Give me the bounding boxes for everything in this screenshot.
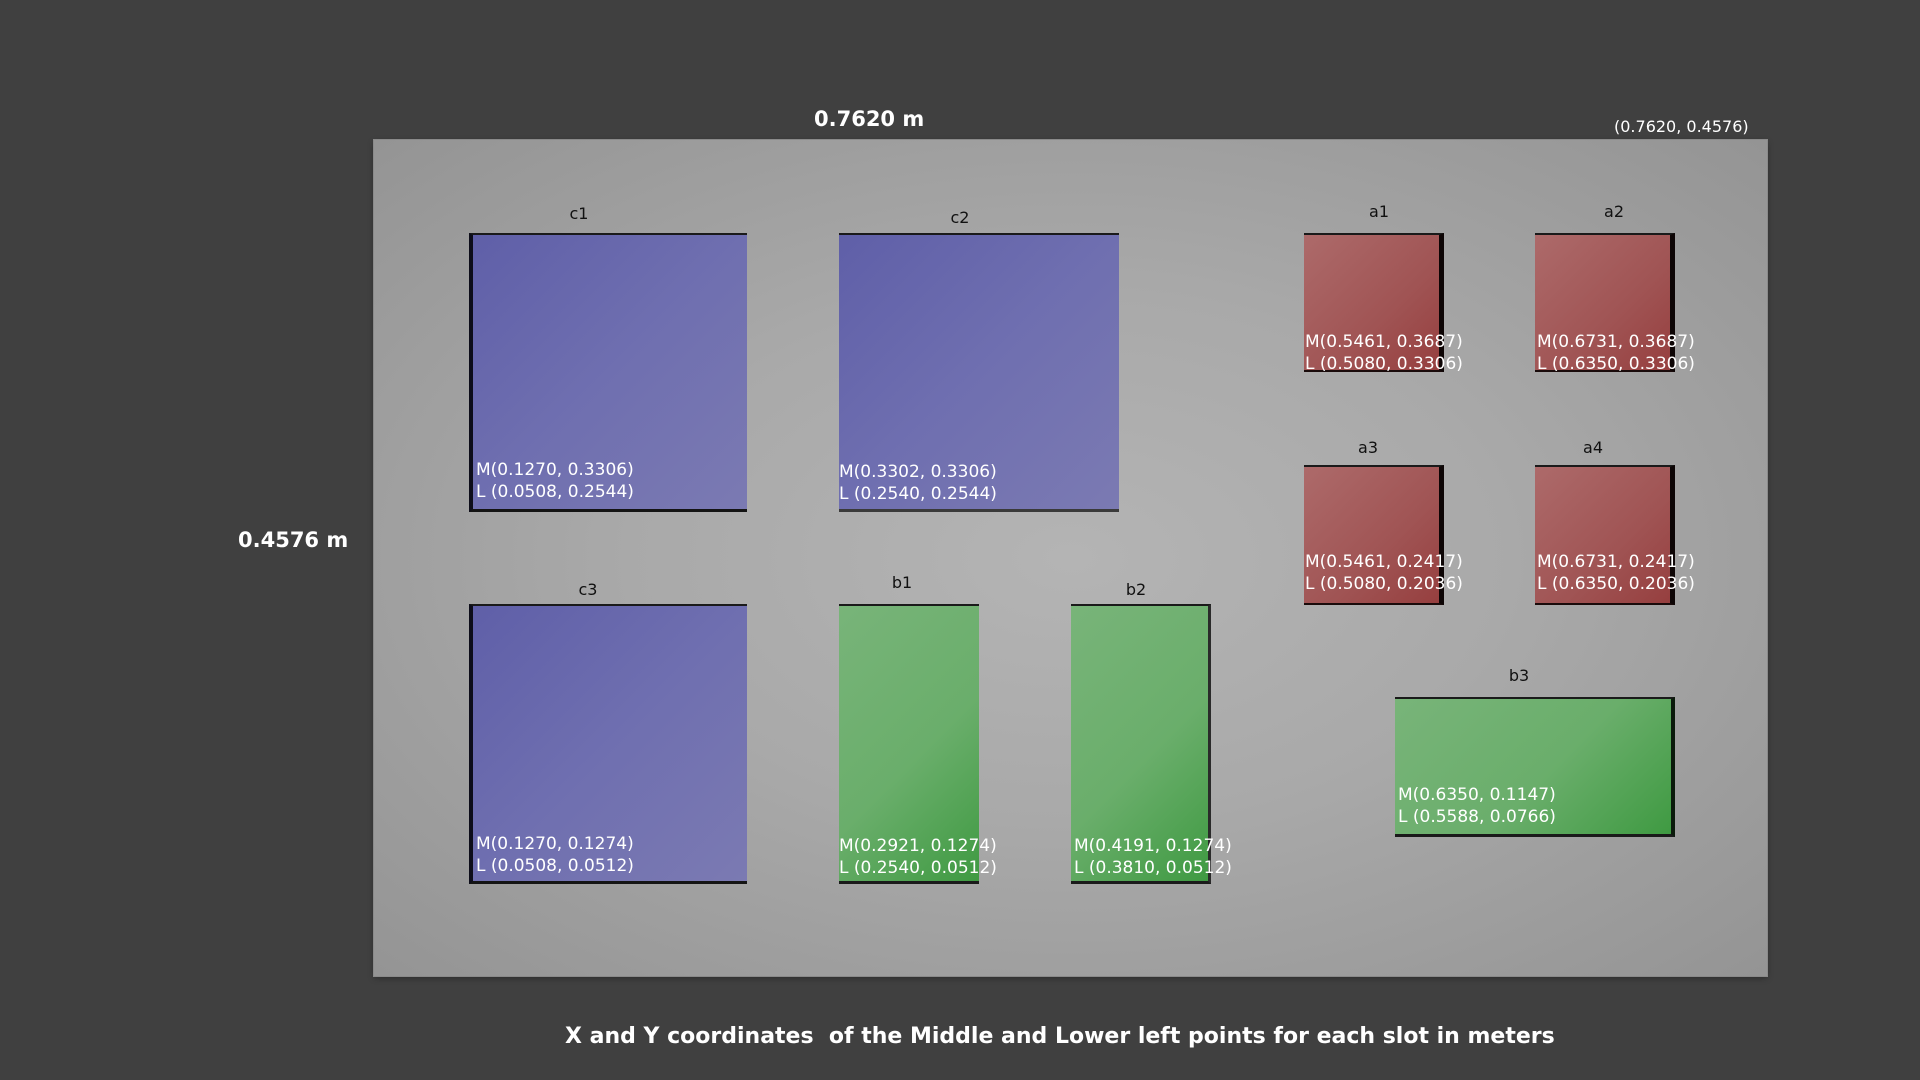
slot-label-c1: c1 <box>569 204 589 223</box>
slot-b3-coordinates: M(0.6350, 0.1147) L (0.5588, 0.0766) <box>1398 784 1556 828</box>
slot-b1-coordinates: M(0.2921, 0.1274) L (0.2540, 0.0512) <box>839 835 997 879</box>
slot-a1-middle: M(0.5461, 0.3687) <box>1305 332 1463 352</box>
slot-c2-middle: M(0.3302, 0.3306) <box>839 462 997 482</box>
slot-a4-coordinates: M(0.6731, 0.2417) L (0.6350, 0.2036) <box>1537 551 1695 595</box>
slot-b3-lower-left: L (0.5588, 0.0766) <box>1398 807 1556 827</box>
slot-label-b1: b1 <box>891 573 913 592</box>
slot-c3-lower-left: L (0.0508, 0.0512) <box>476 856 634 876</box>
slot-a3-coordinates: M(0.5461, 0.2417) L (0.5080, 0.2036) <box>1305 551 1463 595</box>
slot-b1-lower-left: L (0.2540, 0.0512) <box>839 858 997 878</box>
slot-label-b2: b2 <box>1125 580 1147 599</box>
slot-label-a4: a4 <box>1583 438 1603 457</box>
slot-b2-middle: M(0.4191, 0.1274) <box>1074 836 1232 856</box>
slot-c3-middle: M(0.1270, 0.1274) <box>476 834 634 854</box>
slot-c1-lower-left: L (0.0508, 0.2544) <box>476 482 634 502</box>
slot-label-a1: a1 <box>1369 202 1389 221</box>
board-corner-coordinate: (0.7620, 0.4576) <box>1614 117 1749 136</box>
slot-c1-coordinates: M(0.1270, 0.3306) L (0.0508, 0.2544) <box>476 459 634 503</box>
slot-label-b3: b3 <box>1508 666 1530 685</box>
slot-c2-coordinates: M(0.3302, 0.3306) L (0.2540, 0.2544) <box>839 461 997 505</box>
slot-a2-lower-left: L (0.6350, 0.3306) <box>1537 354 1695 374</box>
slot-a4-lower-left: L (0.6350, 0.2036) <box>1537 574 1695 594</box>
slot-a2-coordinates: M(0.6731, 0.3687) L (0.6350, 0.3306) <box>1537 331 1695 375</box>
slot-a1-lower-left: L (0.5080, 0.3306) <box>1305 354 1463 374</box>
diagram-caption: X and Y coordinates of the Middle and Lo… <box>565 1024 1555 1049</box>
slot-label-c2: c2 <box>950 208 970 227</box>
slot-label-c3: c3 <box>578 580 598 599</box>
slot-label-a2: a2 <box>1604 202 1624 221</box>
slot-c1-middle: M(0.1270, 0.3306) <box>476 460 634 480</box>
slot-c3-coordinates: M(0.1270, 0.1274) L (0.0508, 0.0512) <box>476 833 634 877</box>
board-plate: c1 M(0.1270, 0.3306) L (0.0508, 0.2544) … <box>374 140 1767 976</box>
slot-b2-coordinates: M(0.4191, 0.1274) L (0.3810, 0.0512) <box>1074 835 1232 879</box>
slot-c2-lower-left: L (0.2540, 0.2544) <box>839 484 997 504</box>
slot-a4-middle: M(0.6731, 0.2417) <box>1537 552 1695 572</box>
slot-b1-middle: M(0.2921, 0.1274) <box>839 836 997 856</box>
slot-b3-middle: M(0.6350, 0.1147) <box>1398 785 1556 805</box>
slot-label-a3: a3 <box>1358 438 1378 457</box>
slot-b2-lower-left: L (0.3810, 0.0512) <box>1074 858 1232 878</box>
board-height-label: 0.4576 m <box>238 528 349 552</box>
slot-a3-middle: M(0.5461, 0.2417) <box>1305 552 1463 572</box>
board-width-label: 0.7620 m <box>814 107 925 131</box>
slot-a2-middle: M(0.6731, 0.3687) <box>1537 332 1695 352</box>
slot-a3-lower-left: L (0.5080, 0.2036) <box>1305 574 1463 594</box>
slot-a1-coordinates: M(0.5461, 0.3687) L (0.5080, 0.3306) <box>1305 331 1463 375</box>
